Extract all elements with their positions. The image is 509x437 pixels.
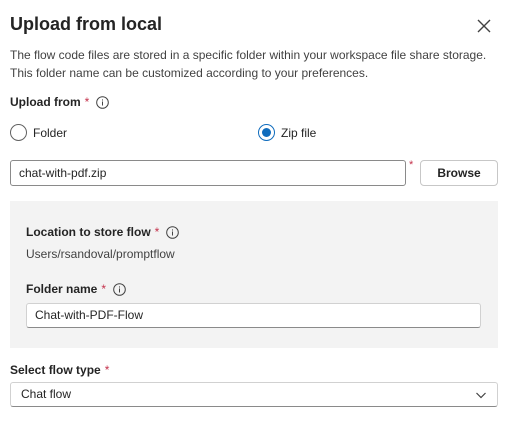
flow-type-select[interactable]: Chat flow	[10, 382, 498, 407]
location-path: Users/rsandoval/promptflow	[26, 247, 175, 261]
radio-zip-file-label: Zip file	[281, 125, 317, 140]
required-mark: *	[84, 95, 90, 109]
dialog-title: Upload from local	[10, 14, 163, 34]
close-icon	[477, 19, 491, 33]
required-mark: *	[154, 225, 160, 239]
radio-folder-label: Folder	[33, 125, 68, 140]
browse-button[interactable]: Browse	[420, 160, 498, 186]
required-mark: *	[409, 159, 414, 171]
info-icon[interactable]	[166, 225, 180, 239]
zip-file-input[interactable]: chat-with-pdf.zip	[10, 160, 406, 186]
info-icon[interactable]	[96, 95, 110, 109]
radio-folder[interactable]: Folder	[10, 124, 67, 141]
radio-zip-file-circle[interactable]	[258, 124, 275, 141]
upload-from-label: Upload from *	[10, 95, 110, 109]
folder-name-label: Folder name *	[26, 282, 126, 296]
location-label-text: Location to store flow	[26, 225, 151, 239]
upload-from-label-text: Upload from	[10, 95, 81, 109]
radio-folder-circle[interactable]	[10, 124, 27, 141]
info-icon[interactable]	[113, 282, 126, 296]
close-button[interactable]	[474, 16, 494, 36]
required-mark: *	[101, 282, 107, 296]
radio-zip-file[interactable]: Zip file	[258, 124, 316, 141]
chevron-down-icon	[476, 392, 486, 399]
flow-type-label-text: Select flow type	[10, 363, 101, 377]
required-mark: *	[104, 363, 110, 377]
flow-type-selected: Chat flow	[21, 387, 72, 401]
folder-name-input[interactable]: Chat-with-PDF-Flow	[26, 303, 481, 328]
folder-name-label-text: Folder name	[26, 282, 98, 296]
location-label: Location to store flow *	[26, 225, 180, 239]
flow-type-label: Select flow type *	[10, 363, 109, 377]
dialog-description: The flow code files are stored in a spec…	[10, 48, 487, 80]
